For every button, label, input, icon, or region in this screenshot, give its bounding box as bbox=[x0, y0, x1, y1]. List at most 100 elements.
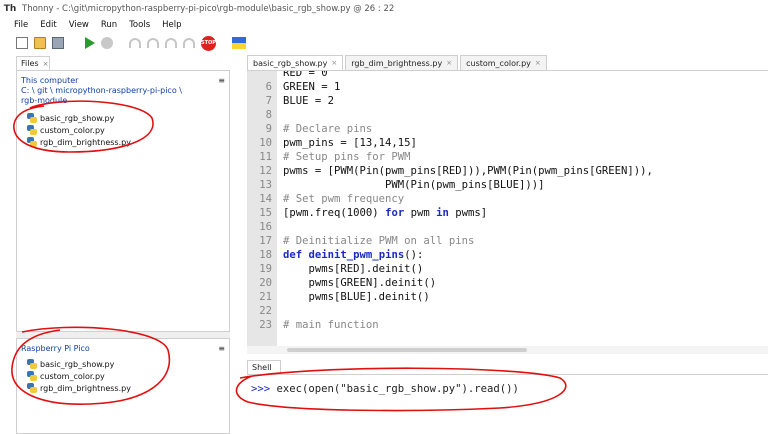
code-line[interactable]: 8 bbox=[247, 108, 768, 122]
menu-tools[interactable]: Tools bbox=[129, 20, 150, 30]
title-bar: Th Thonny - C:\git\micropython-raspberry… bbox=[0, 0, 768, 17]
close-icon[interactable]: × bbox=[446, 59, 452, 67]
code-line[interactable]: 14 # Set pwm frequency bbox=[247, 192, 768, 206]
open-file-icon[interactable] bbox=[34, 37, 46, 49]
pico-file-item-basic-rgb-show[interactable]: basic_rgb_show.py bbox=[17, 358, 229, 370]
code-text: # main function bbox=[283, 319, 379, 331]
step-into-icon[interactable] bbox=[147, 38, 159, 48]
code-line[interactable]: 15 [pwm.freq(1000) for pwm in pwms] bbox=[247, 206, 768, 220]
this-computer-heading: This computer bbox=[21, 76, 79, 85]
shell-console[interactable]: >>> exec(open("basic_rgb_show.py").read(… bbox=[247, 374, 768, 434]
code-editor[interactable]: RED = 0 6 GREEN = 1 7 BLUE = 2 8 9 # Declare pi… bbox=[247, 70, 768, 346]
pico-panel: Raspberry Pi Pico ≡ basic_rgb_show.py cu… bbox=[16, 338, 230, 434]
save-file-icon[interactable] bbox=[52, 37, 64, 49]
files-panel-tab[interactable]: Files × bbox=[16, 56, 50, 70]
code-line[interactable]: 10 pwm_pins = [13,14,15] bbox=[247, 136, 768, 150]
code-line[interactable]: 23 # main function bbox=[247, 318, 768, 332]
toolbar: STOP bbox=[0, 32, 768, 54]
line-number: 13 bbox=[259, 179, 272, 191]
tab-custom-color[interactable]: custom_color.py × bbox=[460, 55, 547, 70]
file-name: rgb_dim_brightness.py bbox=[40, 383, 131, 393]
python-file-icon bbox=[27, 359, 37, 369]
new-file-icon[interactable] bbox=[16, 37, 28, 49]
shell-input-line[interactable]: >>> exec(open("basic_rgb_show.py").read(… bbox=[251, 383, 519, 395]
tab-label: basic_rgb_show.py bbox=[253, 58, 328, 68]
pico-file-item-rgb-dim-brightness[interactable]: rgb_dim_brightness.py bbox=[17, 382, 229, 394]
python-file-icon bbox=[27, 383, 37, 393]
tab-label: rgb_dim_brightness.py bbox=[351, 58, 443, 68]
code-line[interactable]: 11 # Setup pins for PWM bbox=[247, 150, 768, 164]
menu-run[interactable]: Run bbox=[101, 20, 117, 30]
line-number: 10 bbox=[259, 137, 272, 149]
code-line[interactable]: 13 PWM(Pin(pwm_pins[BLUE]))] bbox=[247, 178, 768, 192]
code-line[interactable]: 16 bbox=[247, 220, 768, 234]
code-line[interactable]: RED = 0 bbox=[247, 70, 768, 80]
code-line[interactable]: 21 pwms[BLUE].deinit() bbox=[247, 290, 768, 304]
support-ukraine-icon[interactable] bbox=[232, 37, 246, 49]
code-text: pwms = [PWM(Pin(pwm_pins[RED])),PWM(Pin(… bbox=[283, 165, 653, 177]
file-item-basic-rgb-show[interactable]: basic_rgb_show.py bbox=[17, 112, 229, 124]
menu-help[interactable]: Help bbox=[162, 20, 181, 30]
editor-tab-bar: basic_rgb_show.py × rgb_dim_brightness.p… bbox=[247, 54, 768, 70]
file-item-custom-color[interactable]: custom_color.py bbox=[17, 124, 229, 136]
code-text: RED = 0 bbox=[283, 70, 328, 79]
this-computer-panel: This computer ≡ C: \ git \ micropython-r… bbox=[16, 70, 230, 332]
line-number: 8 bbox=[265, 109, 272, 121]
file-name: rgb_dim_brightness.py bbox=[40, 137, 131, 147]
horizontal-scrollbar[interactable] bbox=[247, 346, 768, 354]
code-line[interactable]: 20 pwms[GREEN].deinit() bbox=[247, 276, 768, 290]
close-icon[interactable]: × bbox=[535, 59, 541, 67]
step-out-icon[interactable] bbox=[165, 38, 177, 48]
breadcrumb-line-1[interactable]: C: \ git \ micropython-raspberry-pi-pico… bbox=[21, 86, 229, 96]
debug-icon[interactable] bbox=[101, 37, 113, 49]
file-name: custom_color.py bbox=[40, 125, 105, 135]
python-file-icon bbox=[27, 125, 37, 135]
line-number: 20 bbox=[259, 277, 272, 289]
file-name: custom_color.py bbox=[40, 371, 105, 381]
tab-rgb-dim-brightness[interactable]: rgb_dim_brightness.py × bbox=[345, 55, 459, 70]
close-icon[interactable]: × bbox=[331, 59, 337, 67]
code-line[interactable]: 18 def deinit_pwm_pins(): bbox=[247, 248, 768, 262]
step-over-icon[interactable] bbox=[129, 38, 141, 48]
shell-tab[interactable]: Shell bbox=[247, 360, 281, 374]
python-file-icon bbox=[27, 113, 37, 123]
pico-heading: Raspberry Pi Pico bbox=[21, 344, 90, 353]
code-text: # Setup pins for PWM bbox=[283, 151, 411, 163]
breadcrumb-line-2[interactable]: rgb-module bbox=[21, 96, 229, 106]
stop-icon[interactable]: STOP bbox=[201, 35, 216, 51]
line-number: 17 bbox=[259, 235, 272, 247]
panel-menu-icon[interactable]: ≡ bbox=[218, 76, 225, 85]
run-icon[interactable] bbox=[85, 37, 95, 49]
line-number: 9 bbox=[265, 123, 272, 135]
code-text: def deinit_pwm_pins(): bbox=[283, 249, 424, 261]
code-line[interactable]: 7 BLUE = 2 bbox=[247, 94, 768, 108]
line-number: 18 bbox=[259, 249, 272, 261]
scrollbar-thumb[interactable] bbox=[287, 348, 527, 352]
code-line[interactable]: 22 bbox=[247, 304, 768, 318]
thonny-logo-icon: Th bbox=[3, 3, 17, 14]
code-line[interactable]: 17 # Deinitialize PWM on all pins bbox=[247, 234, 768, 248]
menu-view[interactable]: View bbox=[69, 20, 89, 30]
panel-menu-icon[interactable]: ≡ bbox=[218, 344, 225, 353]
code-text: PWM(Pin(pwm_pins[BLUE]))] bbox=[283, 179, 545, 191]
code-text: GREEN = 1 bbox=[283, 81, 341, 93]
code-line[interactable]: 12 pwms = [PWM(Pin(pwm_pins[RED])),PWM(Pi… bbox=[247, 164, 768, 178]
line-number: 15 bbox=[259, 207, 272, 219]
code-text: [pwm.freq(1000) for pwm in pwms] bbox=[283, 207, 488, 219]
tab-label: custom_color.py bbox=[466, 58, 531, 68]
resume-icon[interactable] bbox=[183, 38, 195, 48]
code-line[interactable]: 6 GREEN = 1 bbox=[247, 80, 768, 94]
code-line[interactable]: 9 # Declare pins bbox=[247, 122, 768, 136]
files-tab-label: Files bbox=[21, 59, 39, 68]
pico-file-item-custom-color[interactable]: custom_color.py bbox=[17, 370, 229, 382]
menu-edit[interactable]: Edit bbox=[40, 20, 56, 30]
close-icon[interactable]: × bbox=[43, 60, 49, 68]
file-item-rgb-dim-brightness[interactable]: rgb_dim_brightness.py bbox=[17, 136, 229, 148]
code-line[interactable]: 19 pwms[RED].deinit() bbox=[247, 262, 768, 276]
line-number: 16 bbox=[259, 221, 272, 233]
tab-basic-rgb-show[interactable]: basic_rgb_show.py × bbox=[247, 55, 344, 70]
breadcrumb[interactable]: C: \ git \ micropython-raspberry-pi-pico… bbox=[17, 86, 229, 106]
window-title: Thonny - C:\git\micropython-raspberry-pi… bbox=[22, 3, 395, 14]
line-number: 12 bbox=[259, 165, 272, 177]
menu-file[interactable]: File bbox=[14, 20, 28, 30]
